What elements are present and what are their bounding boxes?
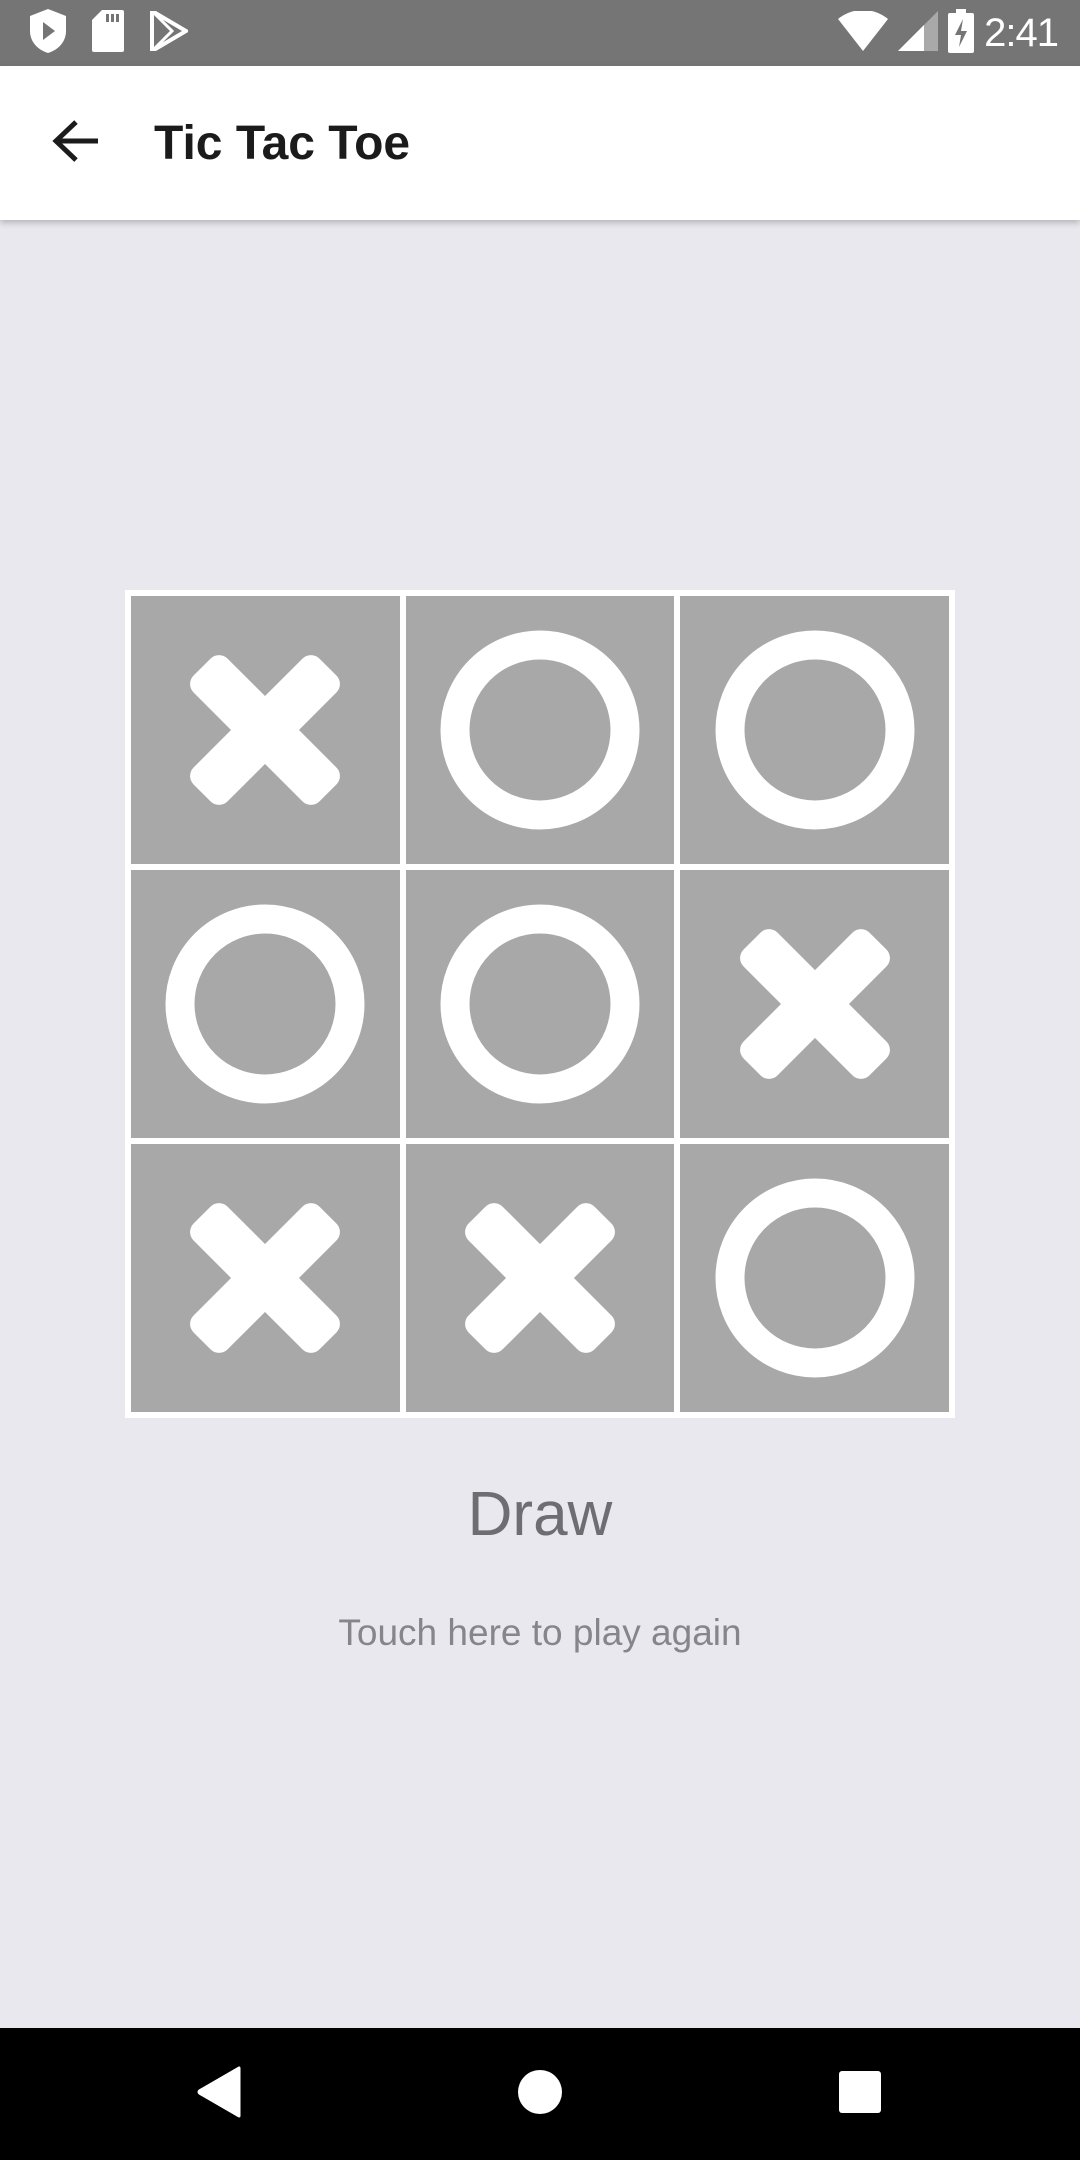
circle-home-icon [517,2069,563,2120]
arrow-left-icon [52,119,100,168]
status-bar: 2:41 [0,0,1080,66]
x-mark-icon [190,655,341,805]
o-mark-icon [715,1178,915,1378]
board-cell-2-1[interactable] [405,1144,675,1412]
play-store-icon [150,7,190,56]
square-recents-icon [838,2070,882,2119]
board-cell-0-0[interactable] [131,596,400,864]
shield-play-icon [30,8,66,58]
o-mark-icon [715,630,915,830]
navigation-bar [0,2028,1080,2160]
clock: 2:41 [984,10,1059,55]
x-mark-icon [465,1203,615,1353]
nav-recents-button[interactable] [830,2064,890,2124]
x-mark-icon [739,929,890,1079]
wifi-icon [838,9,889,56]
board-cell-1-2[interactable] [680,870,949,1138]
triangle-back-icon [197,2066,243,2123]
nav-back-button[interactable] [190,2064,250,2124]
sd-card-icon [92,9,124,57]
app-bar: Tic Tac Toe [0,66,1080,220]
x-mark-icon [190,1203,341,1353]
board-cell-1-1[interactable] [405,870,675,1138]
play-again-button[interactable]: Touch here to play again [0,1608,1080,1658]
game-board [125,590,955,1418]
back-button[interactable] [40,113,112,173]
game-result: Draw [467,1480,613,1549]
board-cell-0-2[interactable] [680,596,949,864]
o-mark-icon [440,630,640,830]
battery-charging-icon [948,8,975,58]
cell-signal-icon [898,10,939,56]
board-cell-2-0[interactable] [131,1144,400,1412]
nav-home-button[interactable] [510,2064,570,2124]
board-cell-0-1[interactable] [405,596,675,864]
board-cell-2-2[interactable] [680,1144,949,1412]
o-mark-icon [165,904,365,1104]
page-title: Tic Tac Toe [154,117,411,170]
board-cell-1-0[interactable] [131,870,400,1138]
o-mark-icon [440,904,640,1104]
